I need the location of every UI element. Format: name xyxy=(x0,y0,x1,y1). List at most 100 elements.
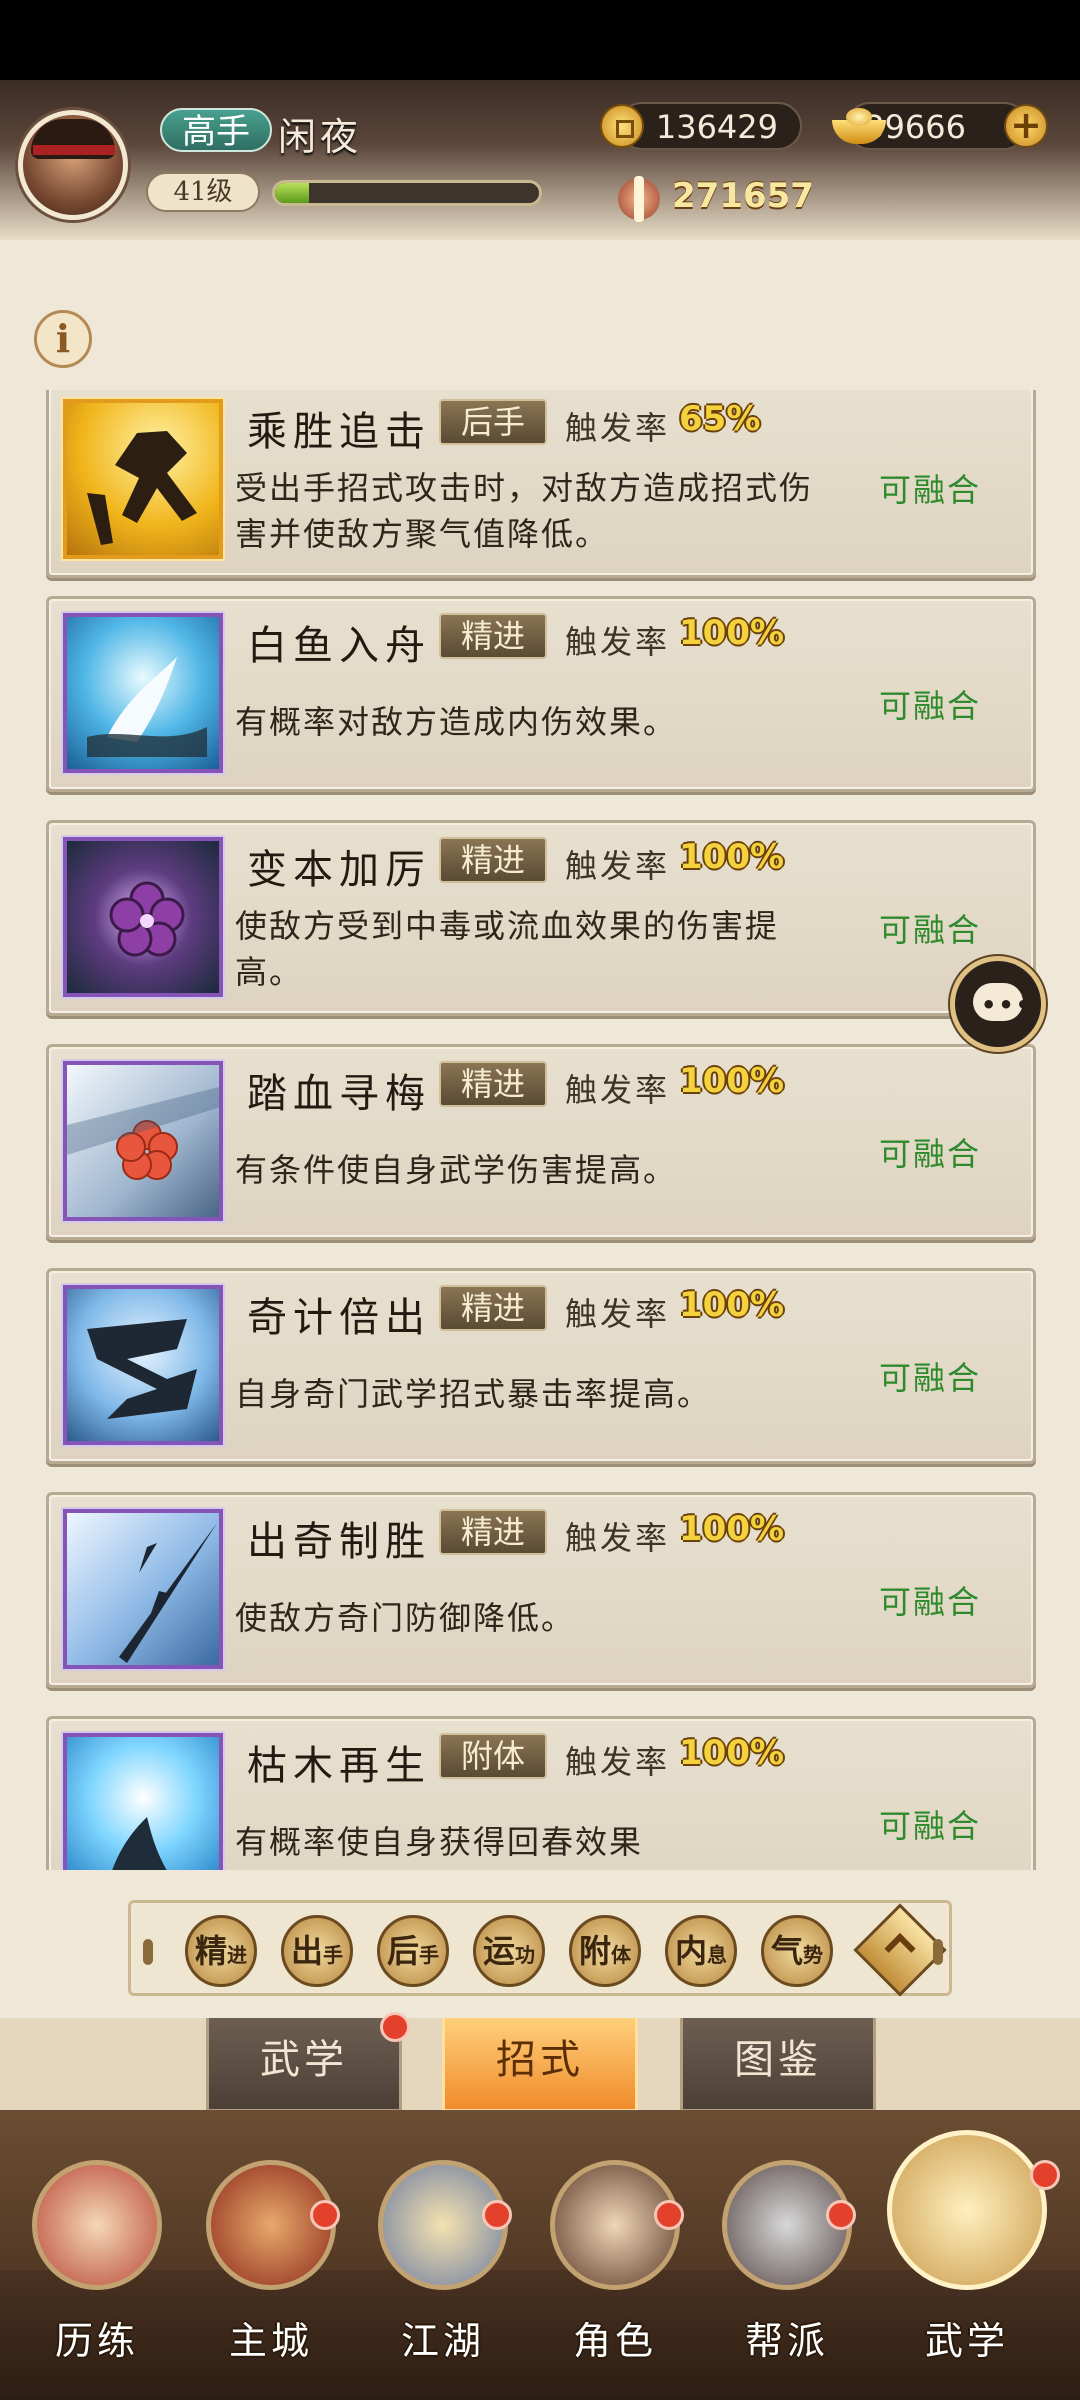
nav-bangpai[interactable]: 帮派 xyxy=(712,2160,862,2390)
skill-card[interactable]: 出奇制胜 精进 触发率 100% 使敌方奇门防御降低。 可融合 xyxy=(46,1492,1036,1688)
fuse-button[interactable]: 可融合 xyxy=(879,905,981,951)
tab-wuxue[interactable]: 武学 xyxy=(206,2018,402,2112)
trigger-rate-label: 触发率 xyxy=(565,847,671,885)
skill-card[interactable]: 枯木再生 附体 触发率 100% 有概率使自身获得回春效果 可融合 xyxy=(46,1716,1036,1870)
nav-wuxue[interactable]: 武学 xyxy=(887,2130,1047,2390)
trigger-rate-value: 100% xyxy=(679,1285,785,1325)
rank-badge: 高手 xyxy=(160,108,272,152)
fuse-button[interactable]: 可融合 xyxy=(879,1577,981,1623)
skill-filter-bar: 精进 出手 后手 运功 附体 内息 气势 xyxy=(128,1900,952,1997)
nav-label: 帮派 xyxy=(744,2319,829,2363)
fuse-button[interactable]: 可融合 xyxy=(879,1129,981,1175)
sprout-icon xyxy=(63,1733,223,1870)
trigger-rate-value: 100% xyxy=(679,1509,785,1549)
fuse-button[interactable]: 可融合 xyxy=(879,1353,981,1399)
fuse-button[interactable]: 可融合 xyxy=(879,681,981,727)
skill-name: 奇计倍出 xyxy=(247,1295,431,1341)
bar-knob-left xyxy=(143,1939,153,1965)
filter-sub-char: 势 xyxy=(803,1943,823,1967)
filter-sub-char: 体 xyxy=(611,1943,631,1967)
filter-main-char: 出 xyxy=(290,1932,323,1970)
skill-description: 自身奇门武学招式暴击率提高。 xyxy=(235,1375,712,1413)
filter-sub-char: 进 xyxy=(227,1943,247,1967)
skill-description: 使敌方受到中毒或流血效果的伤害提高。 xyxy=(235,907,780,991)
nav-zhucheng[interactable]: 主城 xyxy=(196,2160,346,2390)
filter-jingjin-button[interactable]: 精进 xyxy=(185,1915,257,1987)
filter-houshou-button[interactable]: 后手 xyxy=(377,1915,449,1987)
skill-name: 踏血寻梅 xyxy=(247,1071,431,1117)
filter-yungong-button[interactable]: 运功 xyxy=(473,1915,545,1987)
nav-juese[interactable]: 角色 xyxy=(540,2160,690,2390)
skill-card[interactable]: 乘胜追击 后手 触发率 65% 受出手招式攻击时，对敌方造成招式伤害并使敌方聚气… xyxy=(46,390,1036,578)
info-button[interactable]: i xyxy=(34,310,92,368)
nav-label: 历练 xyxy=(54,2319,139,2363)
avatar-headband xyxy=(33,145,115,155)
filter-sub-char: 功 xyxy=(515,1943,535,1967)
notification-dot xyxy=(380,2012,410,2042)
trigger-rate-label: 触发率 xyxy=(565,1295,671,1333)
skill-card[interactable]: 变本加厉 精进 触发率 100% 使敌方受到中毒或流血效果的伤害提高。 可融合 xyxy=(46,820,1036,1016)
trigger-rate-label: 触发率 xyxy=(565,1519,671,1557)
trigger-rate-label: 触发率 xyxy=(565,1071,671,1109)
nav-jianghu[interactable]: 江湖 xyxy=(368,2160,518,2390)
notification-dot xyxy=(310,2200,340,2230)
bar-knob-right xyxy=(933,1939,943,1965)
skill-card[interactable]: 踏血寻梅 精进 触发率 100% 有条件使自身武学伤害提高。 可融合 xyxy=(46,1044,1036,1240)
add-ingot-button[interactable]: + xyxy=(1004,104,1048,148)
skill-card[interactable]: 白鱼入舟 精进 触发率 100% 有概率对敌方造成内伤效果。 可融合 xyxy=(46,596,1036,792)
combat-power-value: 271657 xyxy=(672,176,814,216)
chat-dots-icon: ••• xyxy=(981,991,1034,1019)
fuse-button[interactable]: 可融合 xyxy=(879,465,981,511)
skill-type-tag: 后手 xyxy=(439,399,547,445)
training-icon xyxy=(32,2160,162,2290)
player-avatar[interactable] xyxy=(18,110,128,220)
filter-sub-char: 息 xyxy=(707,1943,727,1967)
darts-icon xyxy=(63,1509,223,1669)
runner-icon xyxy=(63,399,223,559)
tab-zhaoshi[interactable]: 招式 xyxy=(442,2018,638,2112)
skill-name: 枯木再生 xyxy=(247,1743,431,1789)
skill-description: 受出手招式攻击时，对敌方造成招式伤害并使敌方聚气值降低。 xyxy=(235,469,814,553)
filter-main-char: 后 xyxy=(386,1932,419,1970)
skill-list[interactable]: 乘胜追击 后手 触发率 65% 受出手招式攻击时，对敌方造成招式伤害并使敌方聚气… xyxy=(0,390,1080,1870)
filter-futi-button[interactable]: 附体 xyxy=(569,1915,641,1987)
nav-lilian[interactable]: 历练 xyxy=(22,2160,172,2390)
trigger-rate-value: 100% xyxy=(679,1733,785,1773)
coin-value: 136429 xyxy=(655,108,778,146)
player-name: 闲夜 xyxy=(278,115,363,159)
skill-card[interactable]: 奇计倍出 精进 触发率 100% 自身奇门武学招式暴击率提高。 可融合 xyxy=(46,1268,1036,1464)
skill-type-tag: 精进 xyxy=(439,1509,547,1555)
notification-dot xyxy=(826,2200,856,2230)
tab-tujian[interactable]: 图鉴 xyxy=(680,2018,876,2112)
filter-sub-char: 手 xyxy=(419,1943,439,1967)
exp-bar xyxy=(272,180,542,206)
scroll-bundle-icon xyxy=(887,2130,1047,2290)
chat-button[interactable]: ••• xyxy=(950,956,1046,1052)
coin-icon xyxy=(600,104,644,148)
ingot-top xyxy=(846,108,872,126)
filter-qishi-button[interactable]: 气势 xyxy=(761,1915,833,1987)
player-identity: 高手 闲夜 xyxy=(150,104,380,159)
skill-name: 白鱼入舟 xyxy=(247,623,431,669)
combat-power-icon xyxy=(612,172,666,226)
filter-chushou-button[interactable]: 出手 xyxy=(281,1915,353,1987)
nav-label: 主城 xyxy=(228,2319,313,2363)
nav-label: 武学 xyxy=(924,2319,1009,2363)
fuse-button[interactable]: 可融合 xyxy=(879,1801,981,1847)
power-sword xyxy=(634,176,644,222)
skill-type-tag: 精进 xyxy=(439,613,547,659)
trigger-rate-label: 触发率 xyxy=(565,1743,671,1781)
filter-main-char: 运 xyxy=(482,1932,515,1970)
plum-blossom-icon xyxy=(63,1061,223,1221)
trigger-rate-value: 65% xyxy=(679,399,761,439)
skill-description: 有概率对敌方造成内伤效果。 xyxy=(235,703,678,741)
skill-description: 有条件使自身武学伤害提高。 xyxy=(235,1151,678,1189)
ingot-icon xyxy=(830,104,888,146)
filter-main-char: 气 xyxy=(770,1932,803,1970)
filter-main-char: 精 xyxy=(194,1932,227,1970)
filter-neixi-button[interactable]: 内息 xyxy=(665,1915,737,1987)
skill-description: 使敌方奇门防御降低。 xyxy=(235,1599,576,1637)
filter-main-char: 内 xyxy=(674,1932,707,1970)
nav-label: 江湖 xyxy=(400,2319,485,2363)
exp-bar-fill xyxy=(275,183,310,203)
